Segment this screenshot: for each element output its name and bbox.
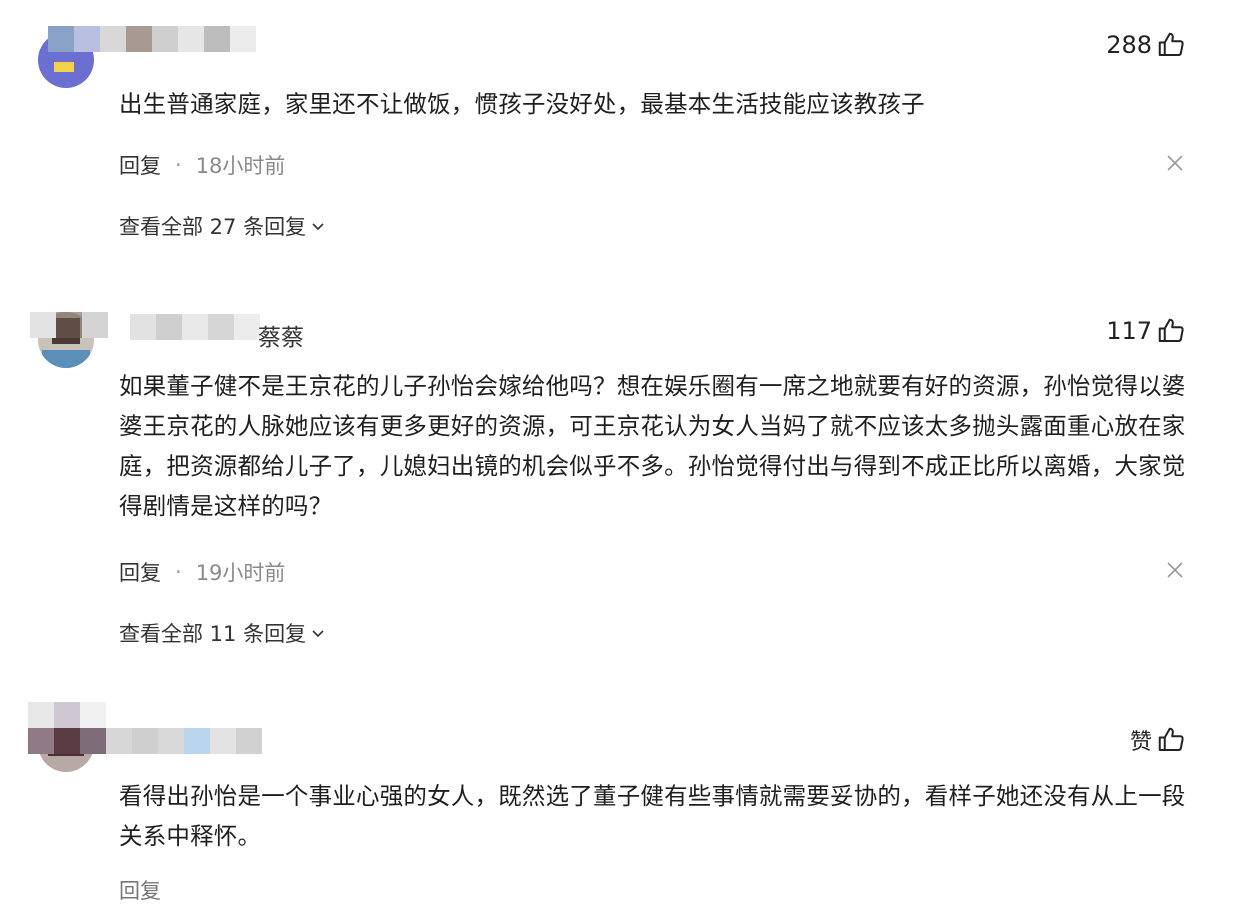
chevron-down-icon xyxy=(312,630,324,638)
view-all-replies-label: 查看全部 27 条回复 xyxy=(119,215,307,239)
reply-button[interactable]: 回复 xyxy=(119,150,161,180)
comment-meta: 回复 xyxy=(119,875,161,905)
thumbs-up-icon xyxy=(1158,727,1184,751)
username-pixelated[interactable] xyxy=(130,314,260,340)
like-label: 赞 xyxy=(1129,730,1152,755)
timestamp: 18小时前 xyxy=(195,154,286,178)
timestamp: 19小时前 xyxy=(195,561,286,585)
chevron-down-icon xyxy=(312,223,324,231)
like-count: 117 xyxy=(1106,317,1152,345)
username-pixelated-row2 xyxy=(28,728,262,754)
like-button[interactable]: 赞 xyxy=(1130,724,1186,756)
avatar-pixelated xyxy=(30,312,108,338)
separator: · xyxy=(175,153,182,177)
username-pixelated[interactable] xyxy=(28,702,106,728)
comment-text: 看得出孙怡是一个事业心强的女人，既然选了董子健有些事情就需要妥协的，看样子她还没… xyxy=(119,782,1186,850)
view-all-replies-button[interactable]: 查看全部 11 条回复 xyxy=(119,618,326,648)
thumbs-up-icon xyxy=(1158,318,1184,342)
like-count: 288 xyxy=(1106,31,1152,59)
reply-button[interactable]: 回复 xyxy=(119,875,161,905)
username[interactable]: 蔡蔡 xyxy=(258,318,304,352)
like-button[interactable]: 288 xyxy=(1106,30,1186,60)
comment-text: 出生普通家庭，家里还不让做饭，惯孩子没好处，最基本生活技能应该教孩子 xyxy=(119,90,925,118)
close-icon[interactable] xyxy=(1166,561,1184,579)
thumbs-up-icon xyxy=(1158,32,1184,56)
close-icon[interactable] xyxy=(1166,154,1184,172)
like-button[interactable]: 117 xyxy=(1106,316,1186,346)
comment-text: 如果董子健不是王京花的儿子孙怡会嫁给他吗？想在娱乐圈有一席之地就要有好的资源，孙… xyxy=(119,372,1186,520)
view-all-replies-button[interactable]: 查看全部 27 条回复 xyxy=(119,211,326,241)
reply-button[interactable]: 回复 xyxy=(119,557,161,587)
comment-meta: 回复 · 19小时前 xyxy=(119,557,285,587)
comment-meta: 回复 · 18小时前 xyxy=(119,150,285,180)
view-all-replies-label: 查看全部 11 条回复 xyxy=(119,622,307,646)
username-pixelated[interactable] xyxy=(48,26,256,52)
separator: · xyxy=(175,560,182,584)
